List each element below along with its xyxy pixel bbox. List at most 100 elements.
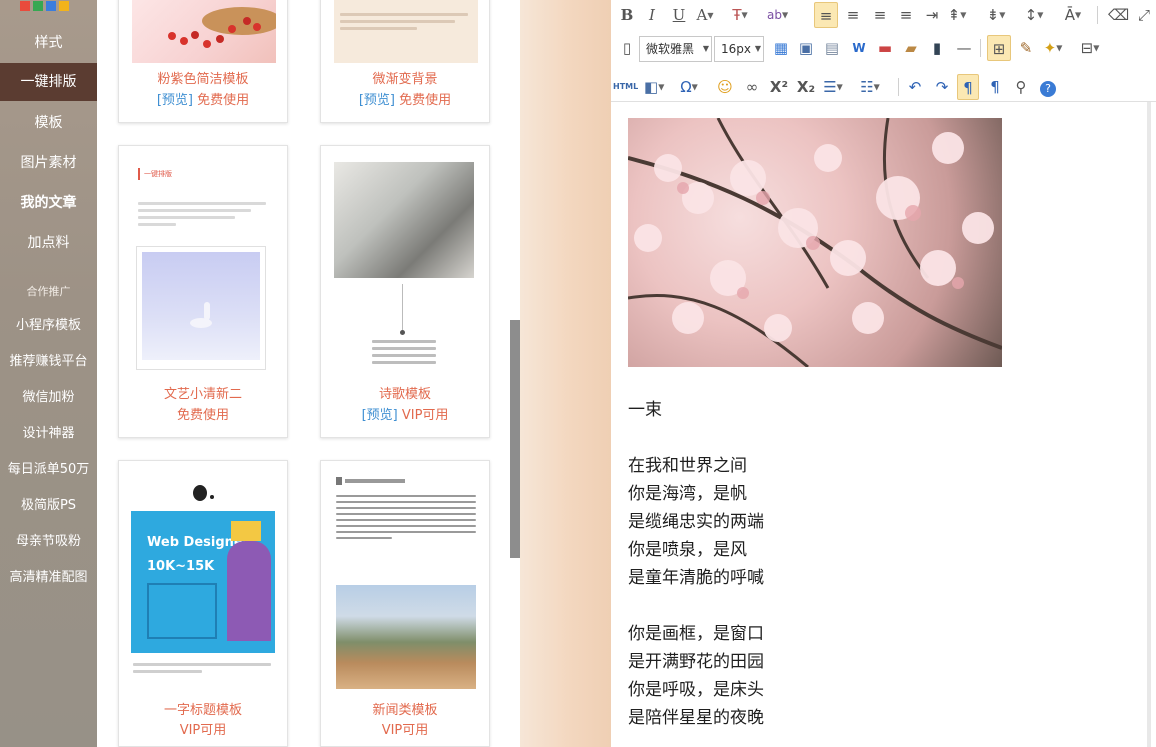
table-icon[interactable]: ▦ bbox=[771, 35, 791, 61]
sidebar: 样式 一键排版 模板 图片素材 我的文章 加点料 合作推广 小程序模板 推荐赚钱… bbox=[0, 0, 97, 747]
sidebar-item-wechat-fans[interactable]: 微信加粉 bbox=[0, 388, 97, 408]
use-template-link[interactable]: VIP可用 bbox=[382, 723, 429, 738]
banner-salary: 10K~15K bbox=[147, 559, 215, 574]
indent-icon[interactable]: ⇥ bbox=[922, 2, 942, 28]
use-template-link[interactable]: 免费使用 bbox=[177, 408, 229, 423]
template-actions: VIP可用 bbox=[119, 722, 287, 740]
preview-link[interactable]: [预览] bbox=[157, 93, 193, 108]
search-replace-icon[interactable]: ⚲ bbox=[1011, 74, 1031, 100]
align-justify-icon[interactable]: ≡ bbox=[896, 2, 916, 28]
use-template-link[interactable]: VIP可用 bbox=[402, 408, 449, 423]
sidebar-item-earning-platform[interactable]: 推荐赚钱平台 bbox=[0, 352, 97, 372]
align-left-icon[interactable]: ≡ bbox=[814, 2, 838, 28]
use-template-link[interactable]: 免费使用 bbox=[197, 93, 249, 108]
bold-icon[interactable]: B bbox=[617, 2, 637, 28]
undo-icon[interactable]: ↶ bbox=[905, 74, 925, 100]
ltr-paragraph-icon[interactable]: ¶ bbox=[957, 74, 979, 100]
editor-content[interactable]: 一束 在我和世界之间 你是海湾，是帆 是缆绳忠实的两端 你是喷泉，是风 是童年清… bbox=[611, 102, 1151, 747]
text-lines bbox=[133, 663, 271, 677]
fullscreen-icon[interactable]: ⤢ bbox=[1134, 2, 1154, 28]
font-family-select[interactable]: 微软雅黑 ▼ bbox=[639, 36, 712, 62]
sidebar-item-one-click-layout[interactable]: 一键排版 bbox=[0, 63, 97, 101]
image-gallery-icon[interactable]: ▣ bbox=[796, 35, 816, 61]
sidebar-item-daily-orders[interactable]: 每日派单50万 bbox=[0, 460, 97, 480]
ordered-list-icon[interactable]: ☰▼ bbox=[823, 74, 843, 100]
blossom-branches bbox=[628, 118, 1002, 367]
sidebar-item-styles[interactable]: 样式 bbox=[0, 33, 97, 53]
format-painter-icon[interactable]: ab▼ bbox=[767, 2, 788, 28]
image-icon[interactable]: ▬ bbox=[875, 35, 895, 61]
template-card[interactable]: 微渐变背景 [预览] 免费使用 bbox=[320, 0, 490, 123]
preview-link[interactable]: [预览] bbox=[359, 93, 395, 108]
toolbar-row: HTML ◧▼ Ω▼ ☺ ∞ X² X₂ ☰▼ ☷▼ ↶ ↷ ¶ ¶ ⚲ ? bbox=[611, 72, 1156, 102]
html-source-icon[interactable]: HTML bbox=[613, 74, 638, 100]
row-spacing-top-icon[interactable]: ⇞▼ bbox=[947, 2, 967, 28]
poem-line: 是缆绳忠实的两端 bbox=[628, 512, 764, 532]
italic-icon[interactable]: I bbox=[642, 2, 662, 28]
template-name: 粉紫色简洁模板 bbox=[157, 72, 249, 87]
template-card[interactable]: 新闻类模板 VIP可用 bbox=[320, 460, 490, 747]
toolbar-row: ▯ 微软雅黑 ▼ 16px ▼ ▦ ▣ ▤ W ▬ ▰ ▮ — ⊞ ✎ ✦▼ ⊟… bbox=[611, 33, 1156, 63]
eraser-icon[interactable]: ⌫ bbox=[1108, 2, 1129, 28]
use-template-link[interactable]: 免费使用 bbox=[399, 93, 451, 108]
redo-icon[interactable]: ↷ bbox=[932, 74, 952, 100]
template-thumbnail bbox=[334, 0, 478, 63]
align-center-icon[interactable]: ≡ bbox=[843, 2, 863, 28]
use-template-link[interactable]: VIP可用 bbox=[180, 723, 227, 738]
template-icon[interactable]: ◧▼ bbox=[644, 74, 664, 100]
superscript-icon[interactable]: X² bbox=[769, 74, 789, 100]
sidebar-item-hd-images[interactable]: 高清精准配图 bbox=[0, 568, 97, 588]
row-spacing-bottom-icon[interactable]: ⇟▼ bbox=[986, 2, 1006, 28]
preview-link[interactable]: [预览] bbox=[362, 408, 398, 423]
font-size-select[interactable]: 16px ▼ bbox=[714, 36, 764, 62]
sidebar-section-partners: 合作推广 bbox=[26, 285, 71, 298]
template-card[interactable]: 一键排版 文艺小清新二 免费使用 bbox=[118, 145, 288, 438]
brush-icon[interactable]: ✎ bbox=[1016, 35, 1036, 61]
video-icon[interactable]: ▮ bbox=[927, 35, 947, 61]
font-color-icon[interactable]: A▼ bbox=[695, 2, 715, 28]
align-right-icon[interactable]: ≡ bbox=[870, 2, 890, 28]
text-lines bbox=[340, 13, 468, 34]
page-break-icon[interactable]: ⊟▼ bbox=[1080, 35, 1100, 61]
template-card[interactable]: Web Designer 10K~15K 一字标题模板 VIP可用 bbox=[118, 460, 288, 747]
line-height-icon[interactable]: ↕▼ bbox=[1024, 2, 1044, 28]
emoji-icon[interactable]: ☺ bbox=[715, 74, 735, 100]
sidebar-item-add-extras[interactable]: 加点料 bbox=[0, 233, 97, 253]
sidebar-item-simple-ps[interactable]: 极简版PS bbox=[0, 496, 97, 516]
sidebar-item-mothers-day[interactable]: 母亲节吸粉 bbox=[0, 532, 97, 552]
special-chars-icon[interactable]: Ω▼ bbox=[679, 74, 699, 100]
sidebar-item-design-tool[interactable]: 设计神器 bbox=[0, 424, 97, 444]
help-icon[interactable]: ? bbox=[1038, 74, 1058, 100]
sidebar-item-miniprogram-templates[interactable]: 小程序模板 bbox=[0, 316, 97, 336]
scrawl-icon[interactable]: ▤ bbox=[822, 35, 842, 61]
underline-icon[interactable]: U bbox=[669, 2, 689, 28]
rtl-paragraph-icon[interactable]: ¶ bbox=[985, 74, 1005, 100]
sidebar-item-templates[interactable]: 模板 bbox=[0, 113, 97, 133]
link-icon[interactable]: ∞ bbox=[742, 74, 762, 100]
clear-format-icon[interactable]: Ā▼ bbox=[1063, 2, 1083, 28]
sidebar-item-my-articles[interactable]: 我的文章 bbox=[0, 193, 97, 213]
template-card[interactable]: 粉紫色简洁模板 [预览] 免费使用 bbox=[118, 0, 288, 123]
background-color-icon[interactable]: Ŧ▼ bbox=[730, 2, 750, 28]
horizontal-rule-icon[interactable]: — bbox=[954, 35, 974, 61]
template-card[interactable]: 诗歌模板 [预览] VIP可用 bbox=[320, 145, 490, 438]
insert-frame-icon[interactable]: ⊞ bbox=[987, 35, 1011, 61]
panel-scrollbar[interactable] bbox=[510, 320, 520, 558]
logo-mark bbox=[193, 485, 207, 501]
magic-wand-icon[interactable]: ✦▼ bbox=[1043, 35, 1063, 61]
section-number bbox=[336, 477, 342, 485]
template-actions: [预览] 免费使用 bbox=[321, 92, 489, 110]
multi-image-icon[interactable]: ▰ bbox=[901, 35, 921, 61]
new-document-icon[interactable]: ▯ bbox=[617, 35, 637, 61]
unordered-list-icon[interactable]: ☷▼ bbox=[860, 74, 880, 100]
template-thumbnail bbox=[334, 162, 474, 374]
editor-scrollbar[interactable] bbox=[1147, 102, 1151, 747]
background-gap bbox=[520, 0, 611, 747]
thumb-title: 一键排版 bbox=[144, 170, 172, 178]
template-thumbnail: Web Designer 10K~15K bbox=[131, 477, 275, 691]
subscript-icon[interactable]: X₂ bbox=[796, 74, 816, 100]
sidebar-item-image-assets[interactable]: 图片素材 bbox=[0, 153, 97, 173]
crown-illustration bbox=[231, 521, 261, 541]
poem-line: 你是海湾，是帆 bbox=[628, 484, 747, 504]
word-import-icon[interactable]: W bbox=[849, 35, 869, 61]
